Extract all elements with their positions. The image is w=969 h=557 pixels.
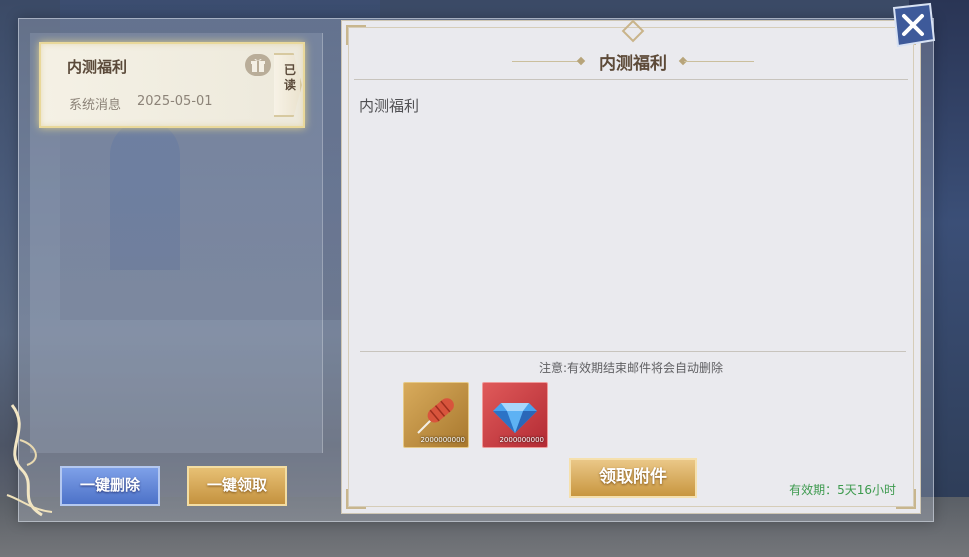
gift-icon	[245, 54, 271, 76]
detail-title: 内测福利	[599, 54, 667, 74]
attachment-item[interactable]: 2000000000	[482, 382, 548, 448]
mail-detail-panel: 内测福利 内测福利 注意:有效期结束邮件将会自动删除 2000000000 20…	[341, 19, 921, 514]
attachment-item[interactable]: 2000000000	[403, 382, 469, 448]
attachment-separator	[360, 351, 906, 352]
claim-attachments-button[interactable]: 领取附件	[569, 458, 697, 498]
mail-item-title: 内测福利	[67, 58, 128, 76]
delete-all-button[interactable]: 一键删除	[60, 466, 160, 506]
validity-period: 有效期：5天16小时	[789, 481, 896, 498]
frame-corner-ornament	[896, 489, 916, 509]
mail-list-item[interactable]: 内测福利 系统消息 2025-05-01	[39, 42, 305, 128]
mail-body-text: 内测福利	[359, 97, 420, 115]
frame-corner-ornament	[346, 489, 366, 509]
mail-item-sender: 系统消息	[69, 98, 122, 113]
collect-all-button[interactable]: 一键领取	[187, 466, 287, 506]
validity-label: 有效期：	[789, 483, 838, 497]
validity-value: 5天16小时	[837, 483, 896, 497]
diamond-icon	[493, 403, 537, 433]
frame-corner-ornament	[346, 25, 366, 45]
title-divider	[512, 61, 582, 62]
gold-ornament-icon	[6, 404, 53, 517]
read-status-label: 已读	[284, 63, 297, 92]
mail-item-date: 2025-05-01	[137, 94, 213, 109]
sausage-icon	[417, 398, 454, 434]
attachment-count: 2000000000	[420, 436, 465, 444]
expiry-notice: 注意:有效期结束邮件将会自动删除	[538, 361, 724, 375]
title-divider	[684, 61, 754, 62]
header-separator	[354, 79, 908, 80]
close-icon[interactable]	[884, 2, 936, 54]
attachment-count: 2000000000	[499, 436, 544, 444]
